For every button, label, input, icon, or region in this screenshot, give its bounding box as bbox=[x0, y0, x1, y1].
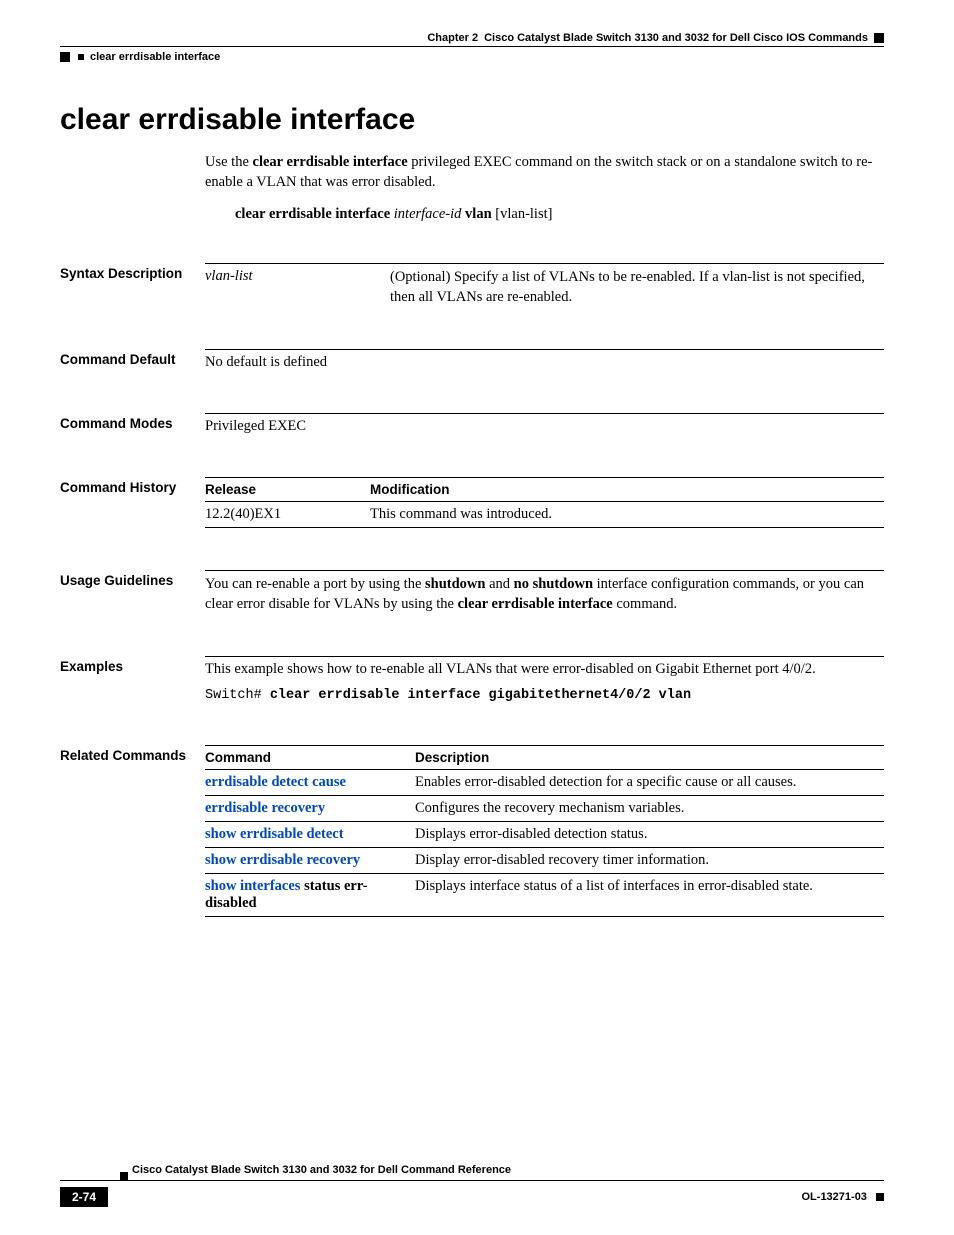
related-commands-section: Related Commands Command Description err… bbox=[60, 745, 884, 917]
table-row: 12.2(40)EX1 This command was introduced. bbox=[205, 502, 884, 528]
page-title: clear errdisable interface bbox=[60, 103, 884, 137]
description-cell: Enables error-disabled detection for a s… bbox=[415, 770, 884, 796]
footer-square-icon bbox=[120, 1172, 128, 1180]
usage-guidelines-section: Usage Guidelines You can re-enable a por… bbox=[60, 570, 884, 614]
table-header-row: Command Description bbox=[205, 746, 884, 770]
command-cell: errdisable detect cause bbox=[205, 770, 415, 796]
examples-body: This example shows how to re-enable all … bbox=[205, 656, 884, 703]
usage-text: command. bbox=[613, 596, 677, 612]
running-head: clear errdisable interface bbox=[60, 51, 884, 63]
command-default-label: Command Default bbox=[60, 349, 205, 371]
footer-rule bbox=[60, 1180, 884, 1181]
table-row: show interfaces status err-disabled Disp… bbox=[205, 874, 884, 917]
examples-code: Switch# clear errdisable interface gigab… bbox=[205, 688, 884, 703]
command-history-body: Release Modification 12.2(40)EX1 This co… bbox=[205, 477, 884, 528]
usage-text: You can re-enable a port by using the bbox=[205, 576, 425, 592]
command-cell: show errdisable detect bbox=[205, 822, 415, 848]
table-row: errdisable detect cause Enables error-di… bbox=[205, 770, 884, 796]
chapter-label: Chapter 2 bbox=[427, 32, 478, 44]
table-header-row: Release Modification bbox=[205, 478, 884, 502]
table-row: show errdisable detect Displays error-di… bbox=[205, 822, 884, 848]
footer-docid: OL-13271-03 bbox=[802, 1191, 885, 1203]
usage-bold: shutdown bbox=[425, 576, 485, 592]
page-footer: Cisco Catalyst Blade Switch 3130 and 303… bbox=[60, 1164, 884, 1207]
command-cell: errdisable recovery bbox=[205, 796, 415, 822]
description-cell: Displays interface status of a list of i… bbox=[415, 874, 884, 917]
intro-prefix: Use the bbox=[205, 154, 253, 170]
examples-section: Examples This example shows how to re-en… bbox=[60, 656, 884, 703]
syntax-arg1: interface-id bbox=[394, 206, 462, 222]
running-head-text: clear errdisable interface bbox=[90, 51, 220, 63]
page-header: Chapter 2 Cisco Catalyst Blade Switch 31… bbox=[60, 32, 884, 44]
footer-endcap-icon bbox=[876, 1193, 884, 1201]
usage-bold: clear errdisable interface bbox=[458, 596, 613, 612]
command-link[interactable]: errdisable recovery bbox=[205, 800, 325, 816]
modification-cell: This command was introduced. bbox=[370, 502, 884, 528]
related-commands-label: Related Commands bbox=[60, 745, 205, 917]
syntax-cmd1: clear errdisable interface bbox=[235, 206, 394, 222]
examples-label: Examples bbox=[60, 656, 205, 703]
square-small-icon bbox=[78, 54, 84, 60]
description-cell: Configures the recovery mechanism variab… bbox=[415, 796, 884, 822]
header-rule bbox=[60, 46, 884, 47]
command-history-label: Command History bbox=[60, 477, 205, 528]
command-history-section: Command History Release Modification 12.… bbox=[60, 477, 884, 528]
intro-paragraph: Use the clear errdisable interface privi… bbox=[205, 153, 884, 192]
square-icon bbox=[60, 52, 70, 62]
command-link[interactable]: errdisable detect cause bbox=[205, 774, 346, 790]
page-number: 2-74 bbox=[60, 1187, 108, 1207]
description-cell: Display error-disabled recovery timer in… bbox=[415, 848, 884, 874]
command-link[interactable]: show errdisable recovery bbox=[205, 852, 360, 868]
syntax-line: clear errdisable interface interface-id … bbox=[235, 206, 884, 223]
usage-guidelines-body: You can re-enable a port by using the sh… bbox=[205, 570, 884, 614]
examples-intro: This example shows how to re-enable all … bbox=[205, 661, 884, 678]
command-link[interactable]: show interfaces bbox=[205, 878, 300, 894]
syntax-cmd2: vlan bbox=[461, 206, 495, 222]
syntax-param: vlan-list bbox=[205, 268, 390, 307]
prompt: Switch# bbox=[205, 688, 270, 703]
table-row: show errdisable recovery Display error-d… bbox=[205, 848, 884, 874]
release-header: Release bbox=[205, 478, 370, 502]
command-modes-body: Privileged EXEC bbox=[205, 413, 884, 435]
command-modes-label: Command Modes bbox=[60, 413, 205, 435]
modification-header: Modification bbox=[370, 478, 884, 502]
example-command: clear errdisable interface gigabitethern… bbox=[270, 688, 691, 703]
syntax-arg2: [vlan-list] bbox=[495, 206, 552, 222]
command-header: Command bbox=[205, 746, 415, 770]
usage-guidelines-label: Usage Guidelines bbox=[60, 570, 205, 614]
description-header: Description bbox=[415, 746, 884, 770]
command-default-section: Command Default No default is defined bbox=[60, 349, 884, 371]
header-endcap-icon bbox=[874, 33, 884, 43]
command-history-table: Release Modification 12.2(40)EX1 This co… bbox=[205, 477, 884, 528]
related-commands-table: Command Description errdisable detect ca… bbox=[205, 745, 884, 917]
syntax-description-body: vlan-list (Optional) Specify a list of V… bbox=[205, 263, 884, 307]
command-cell: show interfaces status err-disabled bbox=[205, 874, 415, 917]
intro-command: clear errdisable interface bbox=[253, 154, 408, 170]
footer-book-title: Cisco Catalyst Blade Switch 3130 and 303… bbox=[132, 1164, 884, 1176]
table-row: errdisable recovery Configures the recov… bbox=[205, 796, 884, 822]
syntax-param-desc: (Optional) Specify a list of VLANs to be… bbox=[390, 268, 884, 307]
usage-text: and bbox=[485, 576, 513, 592]
chapter-title: Cisco Catalyst Blade Switch 3130 and 303… bbox=[484, 32, 868, 44]
command-link[interactable]: show errdisable detect bbox=[205, 826, 344, 842]
release-cell: 12.2(40)EX1 bbox=[205, 502, 370, 528]
syntax-description-section: Syntax Description vlan-list (Optional) … bbox=[60, 263, 884, 307]
footer-row: 2-74 OL-13271-03 bbox=[60, 1187, 884, 1207]
description-cell: Displays error-disabled detection status… bbox=[415, 822, 884, 848]
command-default-body: No default is defined bbox=[205, 349, 884, 371]
usage-bold: no shutdown bbox=[514, 576, 593, 592]
syntax-row: vlan-list (Optional) Specify a list of V… bbox=[205, 268, 884, 307]
command-cell: show errdisable recovery bbox=[205, 848, 415, 874]
related-commands-body: Command Description errdisable detect ca… bbox=[205, 745, 884, 917]
syntax-description-label: Syntax Description bbox=[60, 263, 205, 307]
command-modes-section: Command Modes Privileged EXEC bbox=[60, 413, 884, 435]
doc-id: OL-13271-03 bbox=[802, 1191, 867, 1203]
